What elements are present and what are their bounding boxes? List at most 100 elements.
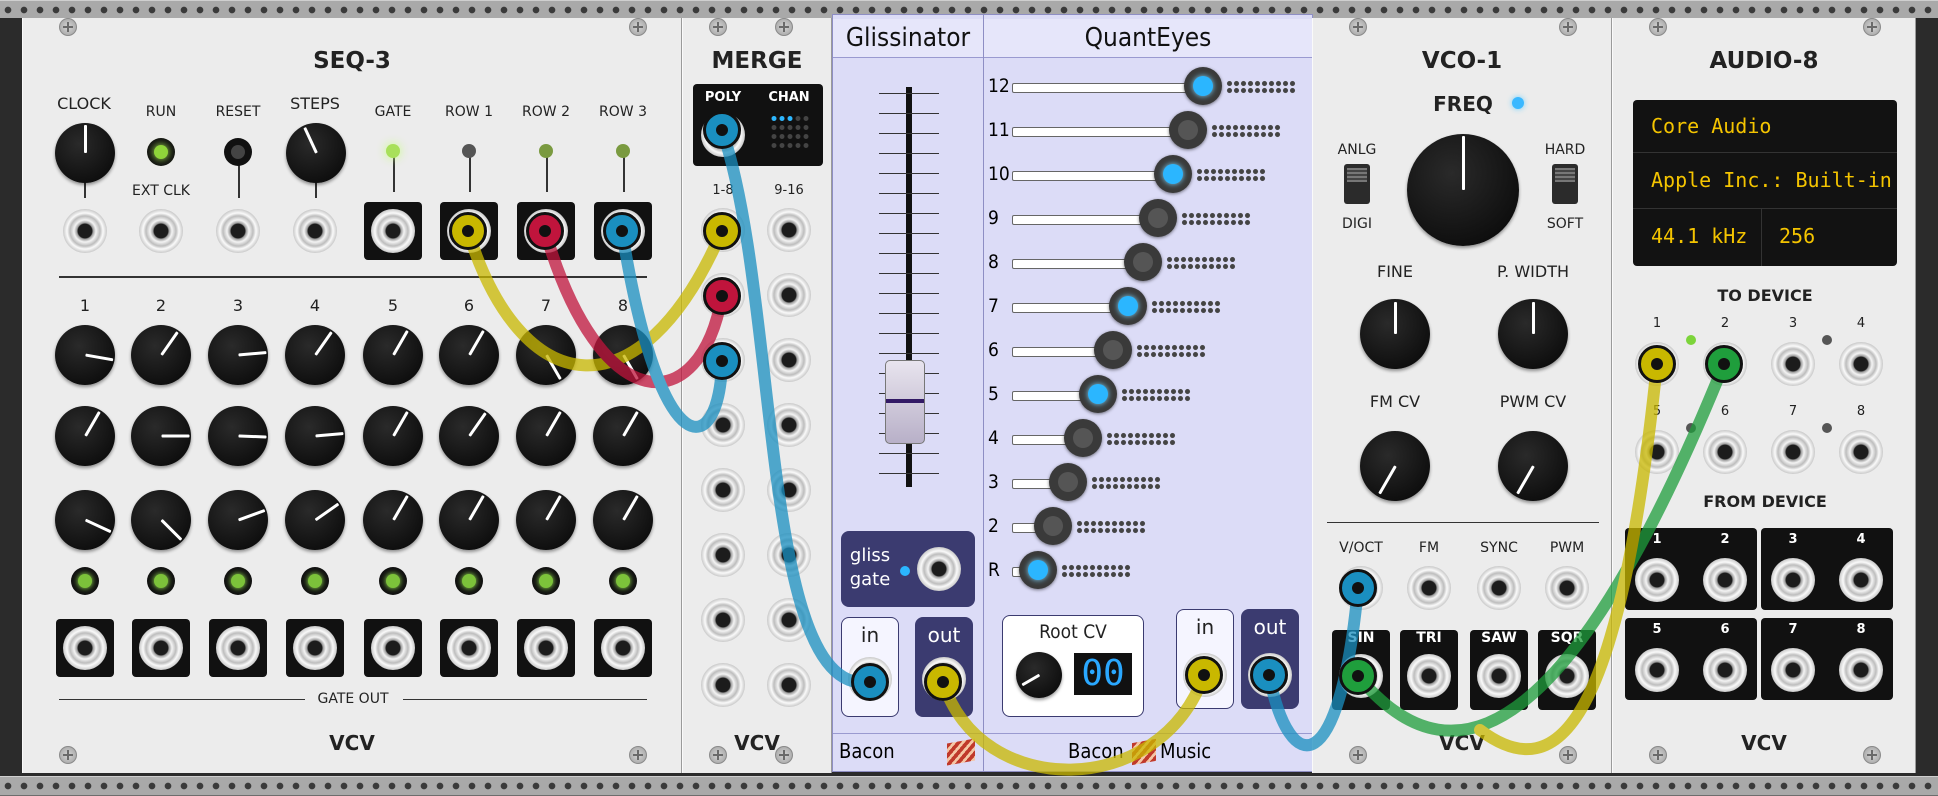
merge-input-jack[interactable] <box>767 338 811 382</box>
to-device-input-jack[interactable] <box>1703 430 1747 474</box>
driver-select[interactable]: Core Audio <box>1651 114 1771 138</box>
step-knob[interactable] <box>55 325 115 385</box>
step-knob[interactable] <box>55 490 115 550</box>
scale-slider[interactable] <box>1012 83 1204 93</box>
cable-plug[interactable] <box>1705 345 1743 383</box>
to-device-input-jack[interactable] <box>1839 342 1883 386</box>
merge-input-jack[interactable] <box>767 403 811 447</box>
vco-output-jack[interactable] <box>1477 654 1521 698</box>
scale-note-button[interactable] <box>1154 155 1192 193</box>
step-gate-output-jack[interactable] <box>601 626 645 670</box>
scale-note-button[interactable] <box>1064 419 1102 457</box>
vco-output-jack[interactable] <box>1545 654 1589 698</box>
step-gate-button[interactable] <box>147 567 175 595</box>
reset-input-jack[interactable] <box>216 209 260 253</box>
scale-note-button[interactable] <box>1049 463 1087 501</box>
step-knob[interactable] <box>285 325 345 385</box>
cable-plug[interactable] <box>1339 569 1377 607</box>
cable-plug[interactable] <box>1185 656 1223 694</box>
pulse-width-knob[interactable] <box>1498 299 1568 369</box>
merge-input-jack[interactable] <box>701 533 745 577</box>
from-device-output-jack[interactable] <box>1839 558 1883 602</box>
step-knob[interactable] <box>593 490 653 550</box>
merge-input-jack[interactable] <box>701 663 745 707</box>
merge-input-jack[interactable] <box>767 533 811 577</box>
to-device-input-jack[interactable] <box>1771 342 1815 386</box>
cable-plug[interactable] <box>703 277 741 315</box>
reset-button[interactable] <box>224 138 252 166</box>
clock-input-jack[interactable] <box>63 209 107 253</box>
freq-knob[interactable] <box>1407 134 1519 246</box>
from-device-output-jack[interactable] <box>1703 648 1747 692</box>
step-gate-button[interactable] <box>532 567 560 595</box>
cable-plug[interactable] <box>603 212 641 250</box>
gliss-gate-output-jack[interactable] <box>917 547 961 591</box>
cable-plug[interactable] <box>703 212 741 250</box>
scale-note-button[interactable] <box>1019 551 1057 589</box>
merge-input-jack[interactable] <box>767 468 811 512</box>
step-gate-output-jack[interactable] <box>447 626 491 670</box>
step-gate-button[interactable] <box>609 567 637 595</box>
to-device-input-jack[interactable] <box>1635 430 1679 474</box>
step-gate-output-jack[interactable] <box>216 626 260 670</box>
vco-input-jack[interactable] <box>1477 566 1521 610</box>
from-device-output-jack[interactable] <box>1635 648 1679 692</box>
step-knob[interactable] <box>208 325 268 385</box>
from-device-output-jack[interactable] <box>1703 558 1747 602</box>
scale-note-button[interactable] <box>1079 375 1117 413</box>
merge-input-jack[interactable] <box>767 663 811 707</box>
scale-note-button[interactable] <box>1139 199 1177 237</box>
step-knob[interactable] <box>439 325 499 385</box>
cable-plug[interactable] <box>703 111 741 149</box>
step-knob[interactable] <box>516 490 576 550</box>
from-device-output-jack[interactable] <box>1771 558 1815 602</box>
step-knob[interactable] <box>516 406 576 466</box>
cable-plug[interactable] <box>924 663 962 701</box>
scale-slider[interactable] <box>1012 171 1174 181</box>
vco-output-jack[interactable] <box>1407 654 1451 698</box>
cable-plug[interactable] <box>1339 657 1377 695</box>
scale-note-button[interactable] <box>1094 331 1132 369</box>
cable-plug[interactable] <box>703 342 741 380</box>
scale-note-button[interactable] <box>1124 243 1162 281</box>
cable-plug[interactable] <box>1638 345 1676 383</box>
step-knob[interactable] <box>55 406 115 466</box>
step-knob[interactable] <box>285 490 345 550</box>
hard-soft-switch[interactable] <box>1552 164 1578 204</box>
sample-rate-select[interactable]: 44.1 kHz <box>1651 224 1747 248</box>
from-device-output-jack[interactable] <box>1771 648 1815 692</box>
scale-note-button[interactable] <box>1109 287 1147 325</box>
step-knob[interactable] <box>516 325 576 385</box>
merge-input-jack[interactable] <box>701 598 745 642</box>
step-gate-output-jack[interactable] <box>63 626 107 670</box>
to-device-input-jack[interactable] <box>1771 430 1815 474</box>
cable-plug[interactable] <box>449 212 487 250</box>
step-knob[interactable] <box>131 406 191 466</box>
fm-cv-knob[interactable] <box>1360 431 1430 501</box>
to-device-input-jack[interactable] <box>1839 430 1883 474</box>
cable-plug[interactable] <box>851 663 889 701</box>
step-gate-output-jack[interactable] <box>371 626 415 670</box>
block-size-select[interactable]: 256 <box>1779 224 1815 248</box>
cable-plug[interactable] <box>1250 656 1288 694</box>
steps-input-jack[interactable] <box>293 209 337 253</box>
fine-knob[interactable] <box>1360 299 1430 369</box>
step-gate-button[interactable] <box>301 567 329 595</box>
pwm-cv-knob[interactable] <box>1498 431 1568 501</box>
device-select[interactable]: Apple Inc.: Built-in <box>1651 168 1892 192</box>
step-knob[interactable] <box>363 325 423 385</box>
step-knob[interactable] <box>208 490 268 550</box>
gate-output-jack[interactable] <box>371 209 415 253</box>
step-gate-button[interactable] <box>224 567 252 595</box>
scale-slider[interactable] <box>1012 127 1189 137</box>
step-knob[interactable] <box>285 406 345 466</box>
step-gate-button[interactable] <box>71 567 99 595</box>
merge-input-jack[interactable] <box>701 403 745 447</box>
step-knob[interactable] <box>593 325 653 385</box>
step-knob[interactable] <box>363 406 423 466</box>
from-device-output-jack[interactable] <box>1635 558 1679 602</box>
root-knob[interactable] <box>1016 652 1062 698</box>
merge-input-jack[interactable] <box>767 273 811 317</box>
step-knob[interactable] <box>439 406 499 466</box>
scale-slider[interactable] <box>1012 215 1159 225</box>
